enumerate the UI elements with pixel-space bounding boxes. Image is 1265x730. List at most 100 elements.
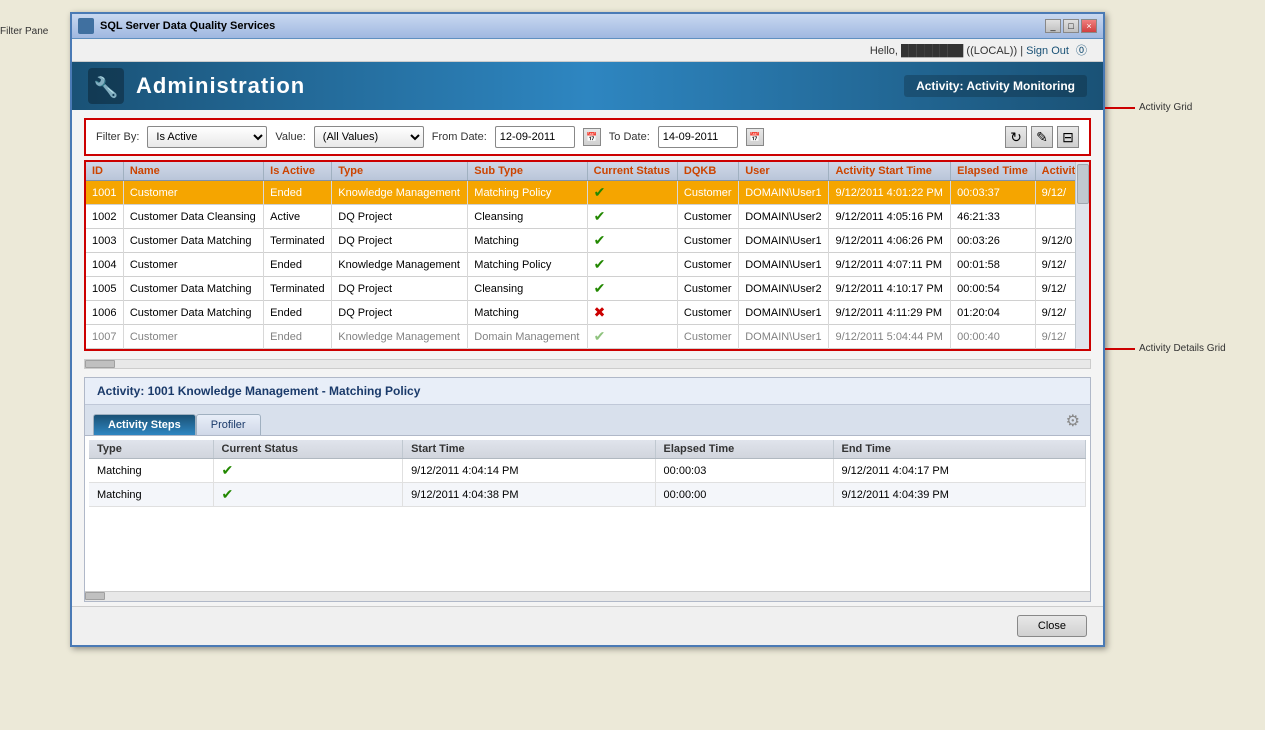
cell-id: 1001: [86, 181, 123, 205]
filter-pane-label: Filter Pane: [0, 26, 70, 37]
cell-type: DQ Project: [332, 229, 468, 253]
signout-link[interactable]: Sign Out: [1026, 45, 1069, 57]
col-elapsed: Elapsed Time: [951, 162, 1036, 181]
cell-subtype: Matching: [468, 229, 587, 253]
cell-starttime: 9/12/2011 4:07:11 PM: [829, 253, 951, 277]
status-check-icon: ✔: [222, 486, 234, 502]
cell-dqkb: Customer: [677, 205, 738, 229]
table-row[interactable]: 1002 Customer Data Cleansing Active DQ P…: [86, 205, 1089, 229]
detail-cell-endtime: 9/12/2011 4:04:17 PM: [833, 459, 1086, 483]
table-row[interactable]: 1005 Customer Data Matching Terminated D…: [86, 277, 1089, 301]
cell-elapsed: 00:00:40: [951, 325, 1036, 349]
cell-user: DOMAIN\User1: [739, 325, 829, 349]
cell-status: ✔: [587, 229, 677, 253]
status-check-icon: ✔: [222, 462, 234, 478]
from-date-calendar-button[interactable]: 📅: [583, 128, 601, 146]
detail-grid-body: Matching ✔ 9/12/2011 4:04:14 PM 00:00:03…: [89, 459, 1086, 507]
cell-starttime: 9/12/2011 4:11:29 PM: [829, 301, 951, 325]
cell-type: Knowledge Management: [332, 181, 468, 205]
cell-starttime: 9/12/2011 4:05:16 PM: [829, 205, 951, 229]
refresh-button[interactable]: ↻: [1005, 126, 1027, 148]
cell-status: ✔: [587, 325, 677, 349]
list-item[interactable]: Matching ✔ 9/12/2011 4:04:38 PM 00:00:00…: [89, 483, 1086, 507]
cell-user: DOMAIN\User1: [739, 253, 829, 277]
col-type: Type: [332, 162, 468, 181]
cell-name: Customer Data Cleansing: [123, 205, 263, 229]
edit-button[interactable]: ✎: [1031, 126, 1053, 148]
detail-cell-endtime: 9/12/2011 4:04:39 PM: [833, 483, 1086, 507]
cell-name: Customer: [123, 253, 263, 277]
maximize-button[interactable]: □: [1063, 19, 1079, 33]
cell-user: DOMAIN\User1: [739, 229, 829, 253]
cell-isactive: Ended: [264, 253, 332, 277]
cell-user: DOMAIN\User2: [739, 205, 829, 229]
detail-col-endtime: End Time: [833, 440, 1086, 459]
tab-profiler[interactable]: Profiler: [196, 414, 261, 435]
filter-by-label: Filter By:: [96, 131, 139, 143]
cell-subtype: Matching: [468, 301, 587, 325]
window-controls[interactable]: _ □ ×: [1045, 19, 1097, 33]
table-row[interactable]: 1001 Customer Ended Knowledge Management…: [86, 181, 1089, 205]
header-subtitle: Activity: Activity Monitoring: [904, 75, 1087, 97]
header-logo: 🔧 Administration: [88, 68, 305, 104]
detail-cell-starttime: 9/12/2011 4:04:14 PM: [403, 459, 655, 483]
col-name: Name: [123, 162, 263, 181]
cell-isactive: Ended: [264, 325, 332, 349]
cell-elapsed: 00:03:37: [951, 181, 1036, 205]
detail-cell-status: ✔: [213, 483, 403, 507]
table-row[interactable]: 1006 Customer Data Matching Ended DQ Pro…: [86, 301, 1089, 325]
cell-id: 1007: [86, 325, 123, 349]
list-item[interactable]: Matching ✔ 9/12/2011 4:04:14 PM 00:00:03…: [89, 459, 1086, 483]
to-date-input[interactable]: [658, 126, 738, 148]
from-date-input[interactable]: [495, 126, 575, 148]
table-row[interactable]: 1003 Customer Data Matching Terminated D…: [86, 229, 1089, 253]
cell-dqkb: Customer: [677, 253, 738, 277]
cell-subtype: Domain Management: [468, 325, 587, 349]
tab-activity-steps[interactable]: Activity Steps: [93, 414, 196, 435]
stop-button[interactable]: ⊟: [1057, 126, 1079, 148]
detail-cell-status: ✔: [213, 459, 403, 483]
detail-tabs: Activity Steps Profiler ⚙: [85, 405, 1090, 436]
filter-actions: ↻ ✎ ⊟: [1005, 126, 1079, 148]
close-button[interactable]: Close: [1017, 615, 1087, 637]
cell-subtype: Matching Policy: [468, 181, 587, 205]
username-text: ████████: [901, 45, 966, 57]
activity-detail-panel: Activity: 1001 Knowledge Management - Ma…: [84, 377, 1091, 602]
status-check-icon: ✔: [594, 232, 606, 248]
cell-subtype: Matching Policy: [468, 253, 587, 277]
detail-col-type: Type: [89, 440, 213, 459]
cell-dqkb: Customer: [677, 229, 738, 253]
cell-type: DQ Project: [332, 277, 468, 301]
cell-name: Customer: [123, 325, 263, 349]
filter-by-select[interactable]: Is Active All Ended Active Terminated: [147, 126, 267, 148]
cell-user: DOMAIN\User2: [739, 277, 829, 301]
activity-grid-body: 1001 Customer Ended Knowledge Management…: [86, 181, 1089, 349]
help-icon[interactable]: ⓪: [1076, 45, 1087, 57]
cell-starttime: 9/12/2011 4:01:22 PM: [829, 181, 951, 205]
window-close-button[interactable]: ×: [1081, 19, 1097, 33]
table-row[interactable]: 1004 Customer Ended Knowledge Management…: [86, 253, 1089, 277]
cell-name: Customer Data Matching: [123, 301, 263, 325]
activity-grid-header: ID Name Is Active Type Sub Type Current …: [86, 162, 1089, 181]
to-date-calendar-button[interactable]: 📅: [746, 128, 764, 146]
to-date-label: To Date:: [609, 131, 650, 143]
detail-grid-header: Type Current Status Start Time Elapsed T…: [89, 440, 1086, 459]
detail-refresh-icon[interactable]: ⚙: [1064, 409, 1082, 433]
bottom-bar: Close: [72, 606, 1103, 645]
cell-type: DQ Project: [332, 205, 468, 229]
window-titlebar: SQL Server Data Quality Services _ □ ×: [72, 14, 1103, 39]
cell-subtype: Cleansing: [468, 205, 587, 229]
status-check-icon: ✔: [594, 328, 606, 344]
cell-dqkb: Customer: [677, 181, 738, 205]
cell-subtype: Cleansing: [468, 277, 587, 301]
minimize-button[interactable]: _: [1045, 19, 1061, 33]
detail-col-starttime: Start Time: [403, 440, 655, 459]
col-isactive: Is Active: [264, 162, 332, 181]
activity-grid: ID Name Is Active Type Sub Type Current …: [86, 162, 1089, 349]
activity-grid-container: ID Name Is Active Type Sub Type Current …: [84, 160, 1091, 351]
table-row[interactable]: 1007 Customer Ended Knowledge Management…: [86, 325, 1089, 349]
value-select[interactable]: (All Values) Yes No: [314, 126, 424, 148]
filter-pane: Filter By: Is Active All Ended Active Te…: [84, 118, 1091, 156]
right-label-line: [1105, 107, 1135, 109]
cell-elapsed: 00:03:26: [951, 229, 1036, 253]
